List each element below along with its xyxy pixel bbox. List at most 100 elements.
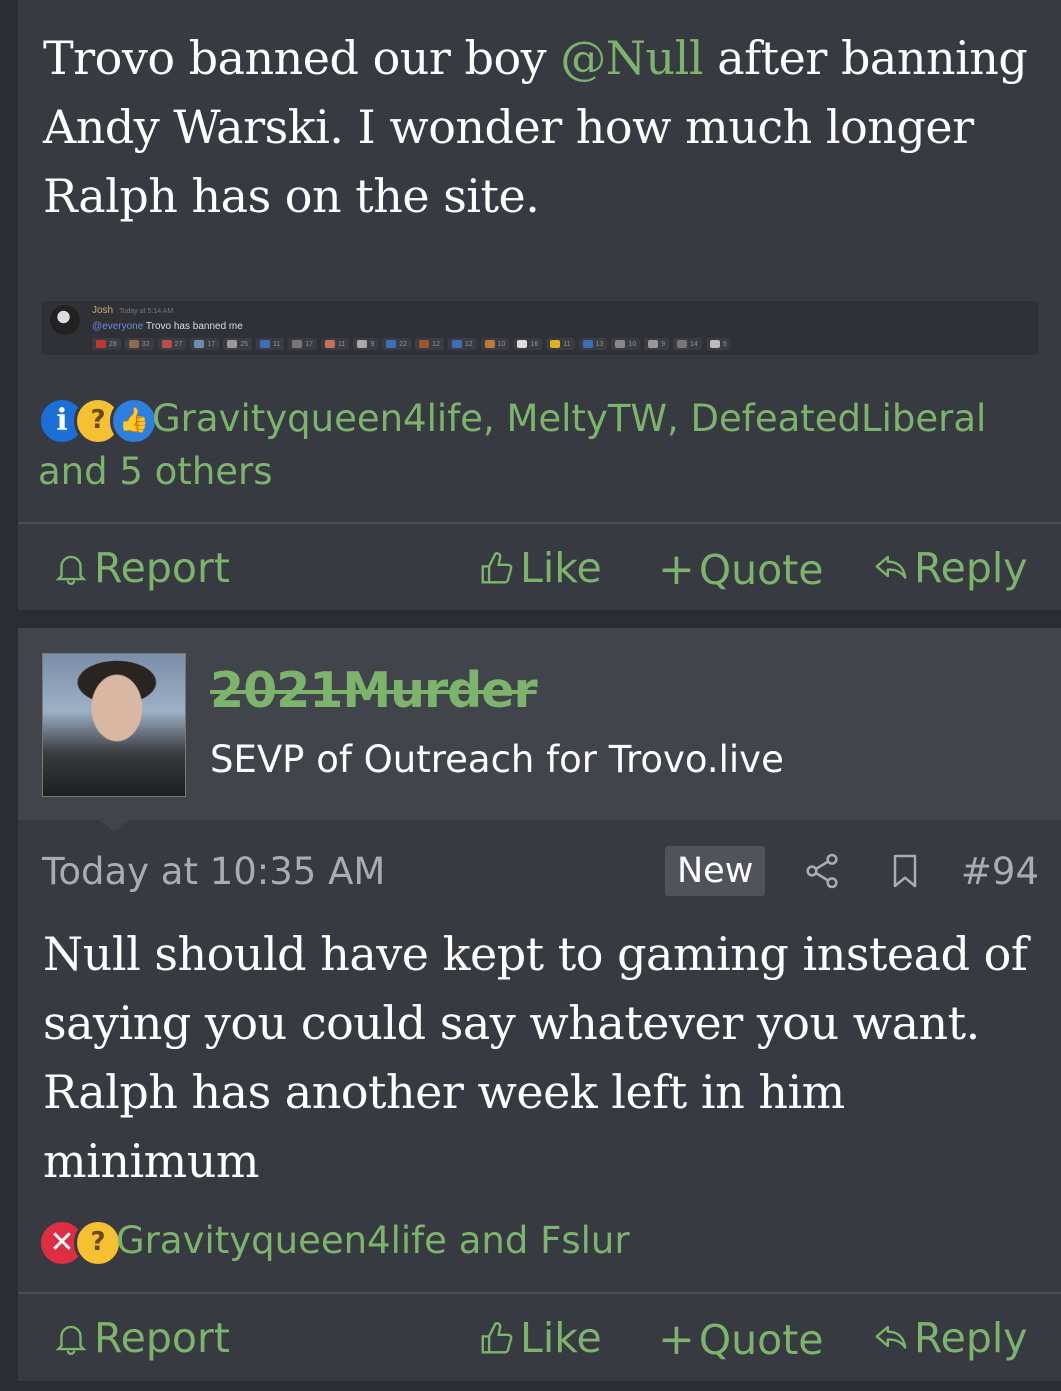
like-button[interactable]: Like xyxy=(478,544,602,592)
emoji-icon xyxy=(128,340,139,348)
reaction-users[interactable]: Gravityqueen4life and Fslur xyxy=(116,1219,630,1262)
embed-reaction-chip: 27 xyxy=(157,338,187,350)
embed-reaction-chip: 14 xyxy=(673,338,702,350)
embed-reaction-count: 12 xyxy=(432,340,440,348)
reply-label: Reply xyxy=(914,544,1028,592)
report-label: Report xyxy=(94,544,230,592)
emoji-icon xyxy=(517,340,528,348)
report-label: Report xyxy=(94,1314,230,1362)
emoji-icon xyxy=(227,340,238,348)
emoji-icon xyxy=(484,340,495,348)
embed-reaction-count: 17 xyxy=(305,340,314,348)
emoji-icon xyxy=(386,340,397,348)
embedded-image[interactable]: Josh Today at 5:14 AM @everyone Trovo has… xyxy=(42,301,1038,355)
post-timestamp[interactable]: Today at 10:35 AM xyxy=(42,850,385,893)
embed-mention: @everyone xyxy=(92,321,144,332)
post: Trovo banned our boy @Null after banning… xyxy=(18,0,1061,610)
user-mention-link[interactable]: @Null xyxy=(560,31,703,85)
embed-reaction-count: 5 xyxy=(722,340,727,348)
thumbs-up-icon: 👍 xyxy=(110,396,158,445)
emoji-icon xyxy=(194,340,205,348)
post-actions: Report Like + Quote Reply xyxy=(18,1296,1061,1382)
embed-reaction-count: 12 xyxy=(464,340,473,348)
embed-reaction-count: 27 xyxy=(174,340,183,348)
like-label: Like xyxy=(520,544,602,592)
embed-reaction-chip: 32 xyxy=(124,338,154,350)
bookmark-icon[interactable] xyxy=(885,851,925,900)
embed-reaction-count: 9 xyxy=(661,340,666,348)
embed-reaction-row: 28 32 27 17 25 11 17 11 9 22 12 12 10 16 11 13 10 9 14 5 xyxy=(92,338,731,350)
thinking-face-icon: ? xyxy=(74,1218,122,1267)
reaction-users[interactable]: Gravityqueen4life, MeltyTW, DefeatedLibe… xyxy=(38,397,986,493)
emoji-icon xyxy=(357,340,368,348)
quote-label: Quote xyxy=(698,1315,824,1364)
embed-reaction-chip: 17 xyxy=(190,338,220,350)
embed-message-text: Trovo has banned me xyxy=(145,321,243,332)
like-button[interactable]: Like xyxy=(478,1314,602,1362)
emoji-icon xyxy=(451,340,462,348)
post-number-link[interactable]: #94 xyxy=(961,850,1039,893)
quote-button[interactable]: + Quote xyxy=(658,544,824,595)
divider xyxy=(18,1292,1061,1294)
post-body: Trovo banned our boy @Null after banning… xyxy=(43,24,1031,231)
reaction-summary[interactable]: i ? 👍 Gravityqueen4life, MeltyTW, Defeat… xyxy=(38,392,1021,498)
embed-reaction-chip: 25 xyxy=(223,338,252,350)
user-block: 2021Murder SEVP of Outreach for Trovo.li… xyxy=(18,628,1061,820)
report-button[interactable]: Report xyxy=(52,1314,230,1362)
embed-timestamp: Today at 5:14 AM xyxy=(119,308,174,315)
embed-reaction-count: 17 xyxy=(207,340,216,348)
embed-reaction-chip: 11 xyxy=(255,338,285,350)
emoji-icon xyxy=(550,340,561,348)
post-meta: Today at 10:35 AM New #94 xyxy=(42,844,1039,900)
quote-button[interactable]: + Quote xyxy=(658,1314,824,1365)
post-body: Null should have kept to gaming instead … xyxy=(43,927,1028,1188)
embed-reaction-count: 11 xyxy=(338,340,346,348)
embed-reaction-chip: 11 xyxy=(321,338,350,350)
embed-reaction-count: 22 xyxy=(399,340,408,348)
emoji-icon xyxy=(161,340,172,348)
embed-reaction-chip: 11 xyxy=(546,338,575,350)
embed-reaction-chip: 13 xyxy=(578,338,608,350)
embed-reaction-chip: 10 xyxy=(480,338,510,350)
reaction-summary[interactable]: ✕ ? Gravityqueen4life and Fslur xyxy=(38,1214,1021,1267)
embed-reaction-count: 32 xyxy=(141,340,150,348)
divider xyxy=(18,522,1061,524)
emoji-icon xyxy=(677,340,688,348)
reply-arrow-icon xyxy=(875,555,907,579)
embed-reaction-chip: 9 xyxy=(644,338,670,350)
embed-reaction-chip: 28 xyxy=(92,338,121,350)
embed-reaction-count: 9 xyxy=(370,340,375,348)
avatar[interactable] xyxy=(42,653,186,797)
report-button[interactable]: Report xyxy=(52,544,230,592)
embed-reaction-count: 13 xyxy=(595,340,604,348)
embed-reaction-chip: 12 xyxy=(447,338,477,350)
post-text: Trovo banned our boy xyxy=(43,31,561,85)
embed-reaction-count: 10 xyxy=(497,340,506,348)
bell-icon xyxy=(55,1325,87,1355)
emoji-icon xyxy=(419,340,430,348)
thumbs-up-outline-icon xyxy=(481,1322,513,1354)
embed-reaction-count: 11 xyxy=(563,340,571,348)
embed-avatar xyxy=(50,305,80,335)
emoji-icon xyxy=(96,340,106,348)
embed-reaction-chip: 12 xyxy=(415,338,444,350)
user-title: SEVP of Outreach for Trovo.live xyxy=(210,738,784,781)
username[interactable]: 2021Murder xyxy=(210,662,538,719)
reply-button[interactable]: Reply xyxy=(872,1314,1028,1362)
embed-reaction-count: 11 xyxy=(272,340,281,348)
emoji-icon xyxy=(615,340,626,348)
quote-label: Quote xyxy=(698,545,824,594)
bell-icon xyxy=(55,555,87,585)
embed-reaction-chip: 9 xyxy=(353,338,379,350)
reply-button[interactable]: Reply xyxy=(872,544,1028,592)
emoji-icon xyxy=(292,340,303,348)
emoji-icon xyxy=(259,340,270,348)
embed-reaction-count: 25 xyxy=(240,340,248,348)
post-actions: Report Like + Quote Reply xyxy=(18,526,1061,612)
embed-reaction-chip: 22 xyxy=(382,338,412,350)
embed-message: @everyone Trovo has banned me xyxy=(92,321,243,332)
embed-reaction-chip: 16 xyxy=(513,338,543,350)
share-icon[interactable] xyxy=(802,851,842,900)
embed-reaction-count: 28 xyxy=(109,340,117,348)
plus-icon: + xyxy=(658,1314,695,1365)
